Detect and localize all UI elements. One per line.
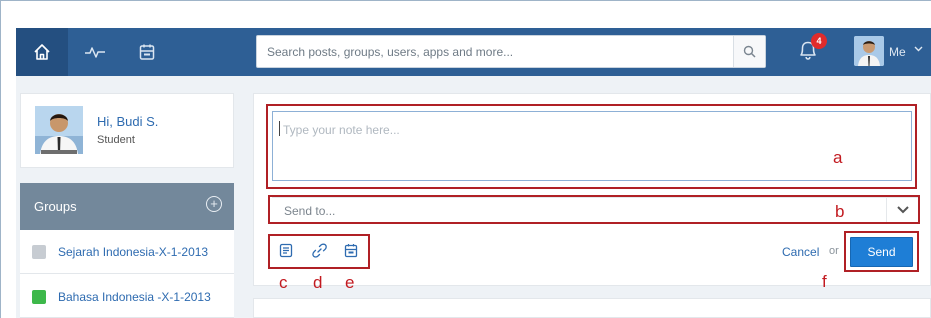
annotation-label-c: c [279,273,288,292]
or-separator: or [829,245,839,257]
activity-icon[interactable] [76,28,114,76]
feed-card [253,298,931,318]
notification-count-badge: 4 [811,33,827,49]
groups-title: Groups [34,199,77,214]
add-group-icon[interactable]: + [206,196,222,212]
annotation-box-f [844,231,919,272]
annotation-box-a [266,104,917,189]
annotation-box-b [268,195,920,224]
user-avatar-small[interactable] [854,36,884,66]
annotation-label-a: a [833,148,843,167]
group-name[interactable]: Bahasa Indonesia -X-1-2013 [58,290,211,304]
annotation-label-e: e [345,273,355,292]
calendar-icon[interactable] [128,28,166,76]
annotation-label-d: d [313,273,323,292]
annotation-label-f: f [822,272,827,291]
home-icon[interactable] [16,28,68,76]
group-color-swatch [32,290,46,304]
group-item[interactable]: Bahasa Indonesia -X-1-2013 [20,274,234,318]
search-button[interactable] [733,36,765,67]
chevron-down-icon[interactable] [914,44,923,56]
user-greeting[interactable]: Hi, Budi S. [97,114,158,129]
cancel-button[interactable]: Cancel [782,245,819,259]
search-input[interactable]: Search posts, groups, users, apps and mo… [267,45,513,59]
groups-header: Groups + [20,183,234,230]
annotation-box-c-d-e [268,234,370,269]
profile-card[interactable]: Hi, Budi S. Student [20,93,234,168]
group-color-swatch [32,245,46,259]
search-icon [743,45,756,58]
avatar[interactable] [35,106,83,154]
search-bar[interactable]: Search posts, groups, users, apps and mo… [256,35,766,68]
user-role: Student [97,134,135,146]
me-menu-label[interactable]: Me [889,45,906,59]
top-navigation-bar: Search posts, groups, users, apps and mo… [16,28,931,76]
group-name[interactable]: Sejarah Indonesia-X-1-2013 [58,245,208,259]
annotation-label-b: b [835,202,845,221]
group-item[interactable]: Sejarah Indonesia-X-1-2013 [20,230,234,274]
